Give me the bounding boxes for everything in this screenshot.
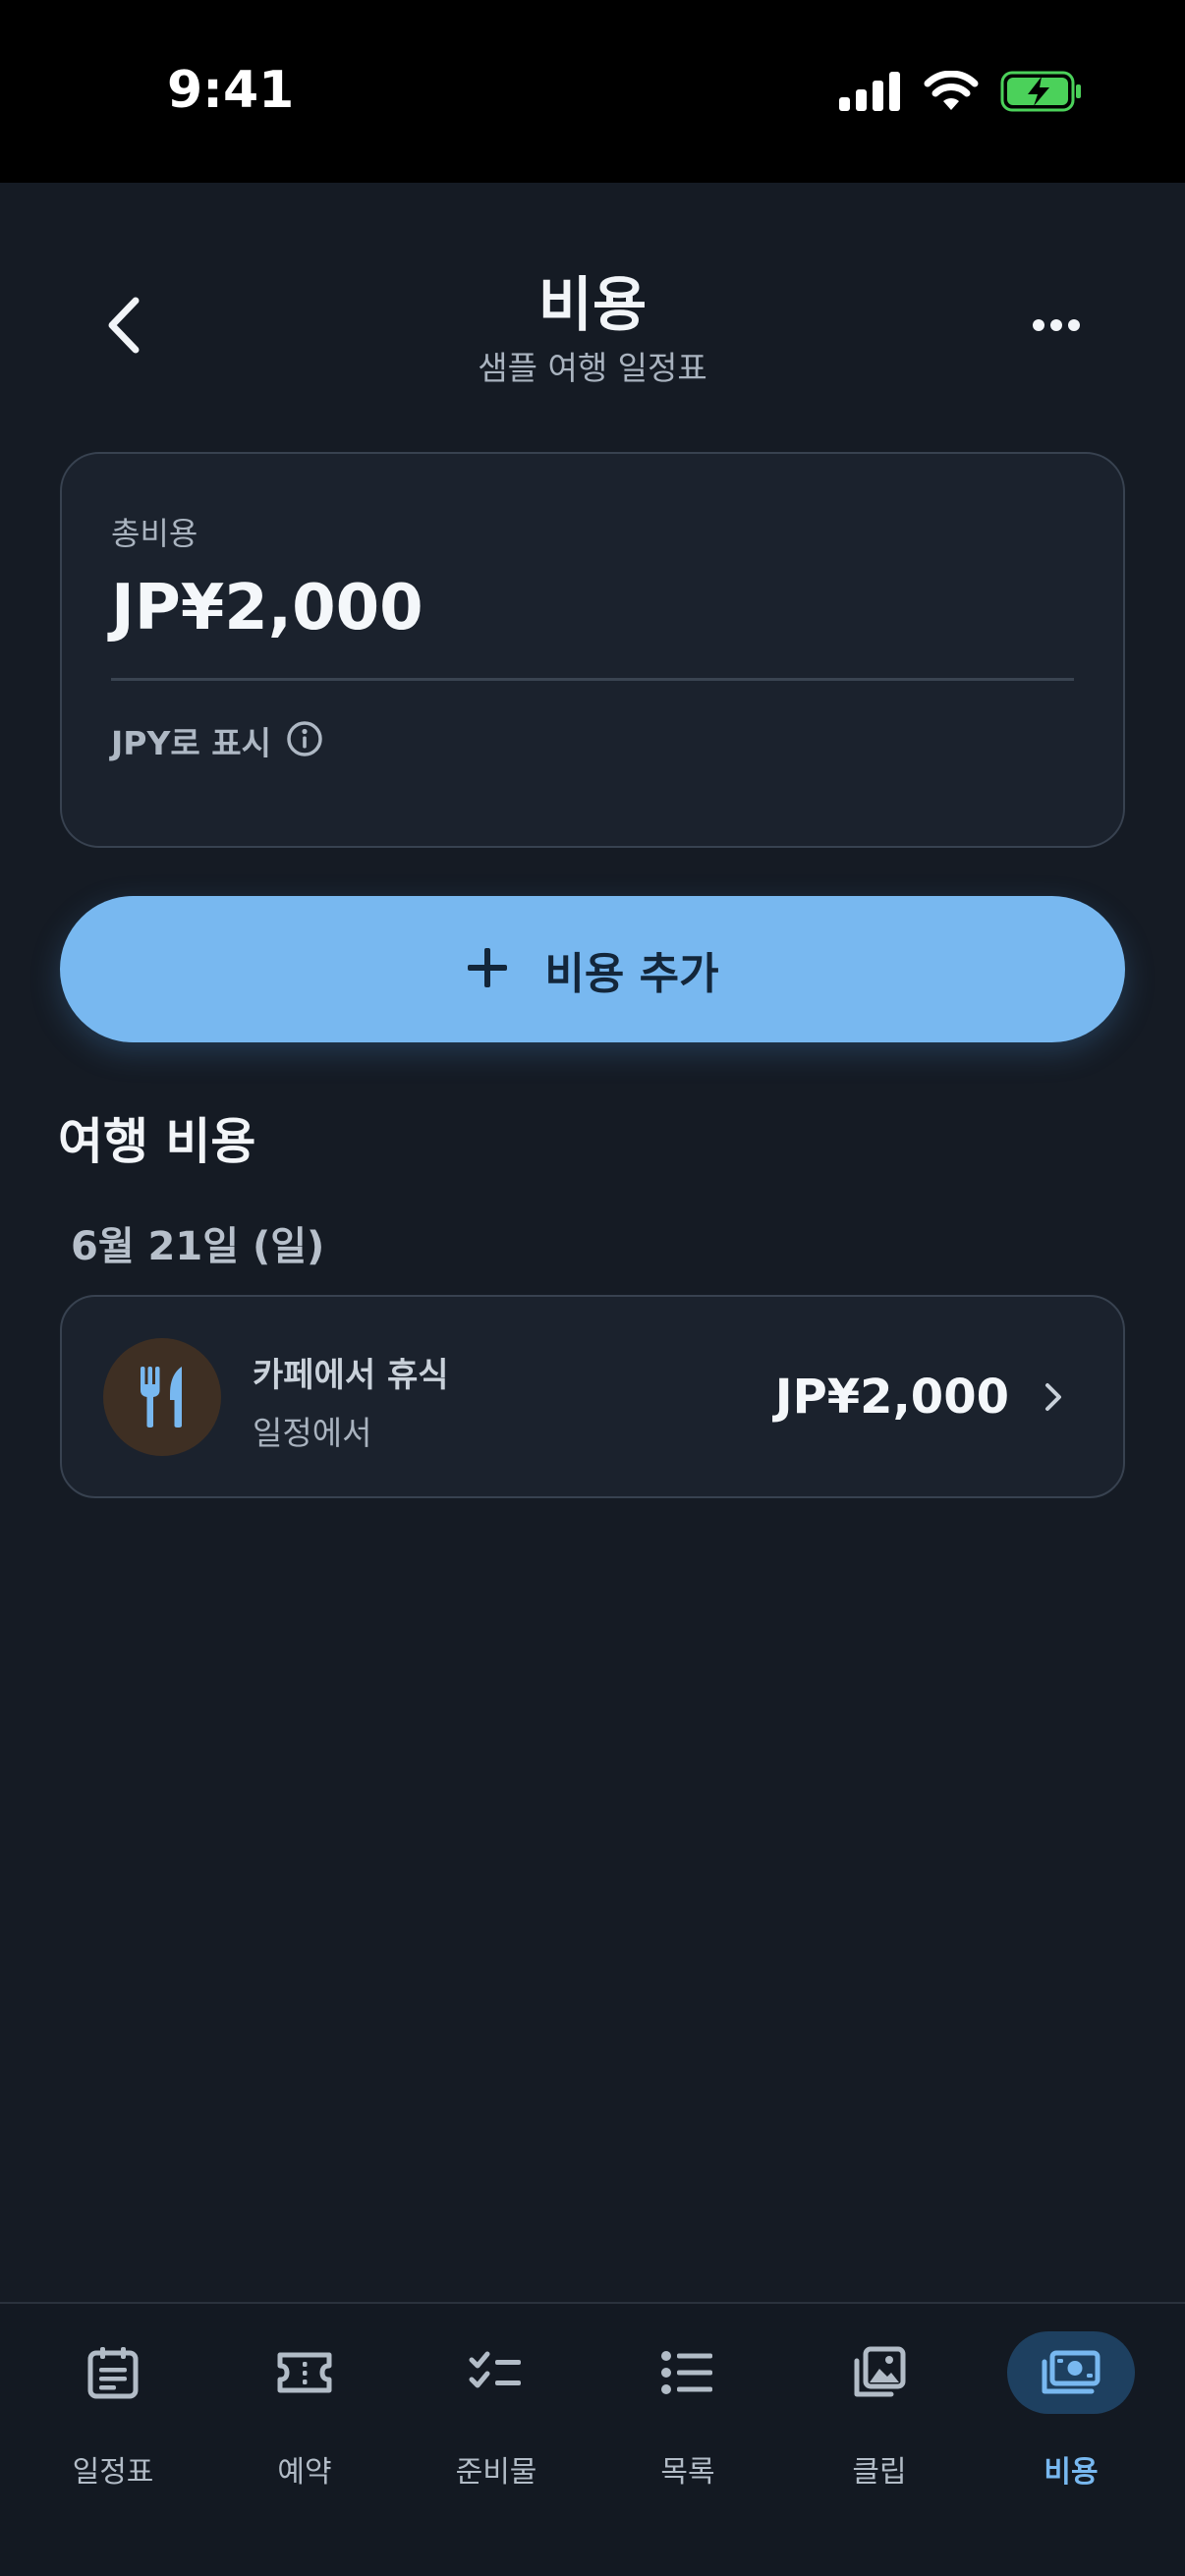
tab-label: 준비물 [455, 2455, 537, 2490]
page-header: 비용 샘플 여행 일정표 [0, 183, 1185, 428]
total-cost-amount: JP¥2,000 [111, 572, 423, 644]
add-expense-button[interactable]: 비용 추가 [60, 896, 1125, 1042]
tab-clips[interactable]: 클립 [801, 2331, 958, 2508]
more-horizontal-icon [1033, 319, 1080, 331]
plus-icon [466, 940, 509, 999]
expense-name: 카페에서 휴식 [253, 1356, 449, 1395]
wifi-icon [924, 70, 979, 116]
category-badge [103, 1338, 221, 1456]
list-icon [624, 2331, 752, 2414]
divider [111, 678, 1074, 681]
currency-note[interactable]: JPY로 표시 [111, 717, 324, 764]
expense-amount: JP¥2,000 [774, 1370, 1009, 1425]
signal-icon [839, 72, 902, 115]
bottom-tab-bar: 일정표 예약 준비물 목록 클립 비용 [0, 2302, 1185, 2576]
more-button[interactable] [1022, 301, 1091, 350]
currency-note-label: JPY로 표시 [111, 724, 271, 762]
total-cost-card: 총비용 JP¥2,000 JPY로 표시 [60, 452, 1125, 848]
page-subtitle: 샘플 여행 일정표 [478, 349, 707, 387]
tab-label: 예약 [277, 2455, 332, 2490]
status-bar: 9:41 [0, 0, 1185, 183]
expense-source: 일정에서 [253, 1414, 372, 1452]
tab-packing[interactable]: 준비물 [418, 2331, 575, 2508]
fork-knife-icon [141, 1367, 182, 1428]
tab-label: 일정표 [72, 2455, 154, 2490]
photos-icon [816, 2331, 943, 2414]
add-expense-label: 비용 추가 [544, 948, 719, 999]
page-title: 비용 [537, 271, 648, 340]
expense-list-item[interactable]: 카페에서 휴식 일정에서 JP¥2,000 [60, 1295, 1125, 1498]
ticket-icon [241, 2331, 368, 2414]
section-title: 여행 비용 [58, 1113, 256, 1170]
chevron-right-icon [1039, 1377, 1068, 1417]
battery-charging-icon [1000, 71, 1083, 116]
tab-label: 비용 [1044, 2455, 1099, 2490]
total-cost-label: 총비용 [111, 515, 198, 552]
tab-expenses[interactable]: 비용 [992, 2331, 1150, 2508]
tab-itinerary[interactable]: 일정표 [34, 2331, 192, 2508]
status-time: 9:41 [167, 61, 295, 120]
itinerary-icon [49, 2331, 177, 2414]
status-icons [839, 70, 1083, 116]
money-icon [1007, 2331, 1135, 2414]
info-icon[interactable] [285, 719, 324, 762]
date-header: 6월 21일 (일) [71, 1224, 325, 1269]
tab-list[interactable]: 목록 [609, 2331, 766, 2508]
checklist-icon [432, 2331, 560, 2414]
tab-reservations[interactable]: 예약 [226, 2331, 383, 2508]
tab-label: 목록 [660, 2455, 715, 2490]
tab-label: 클립 [852, 2455, 907, 2490]
